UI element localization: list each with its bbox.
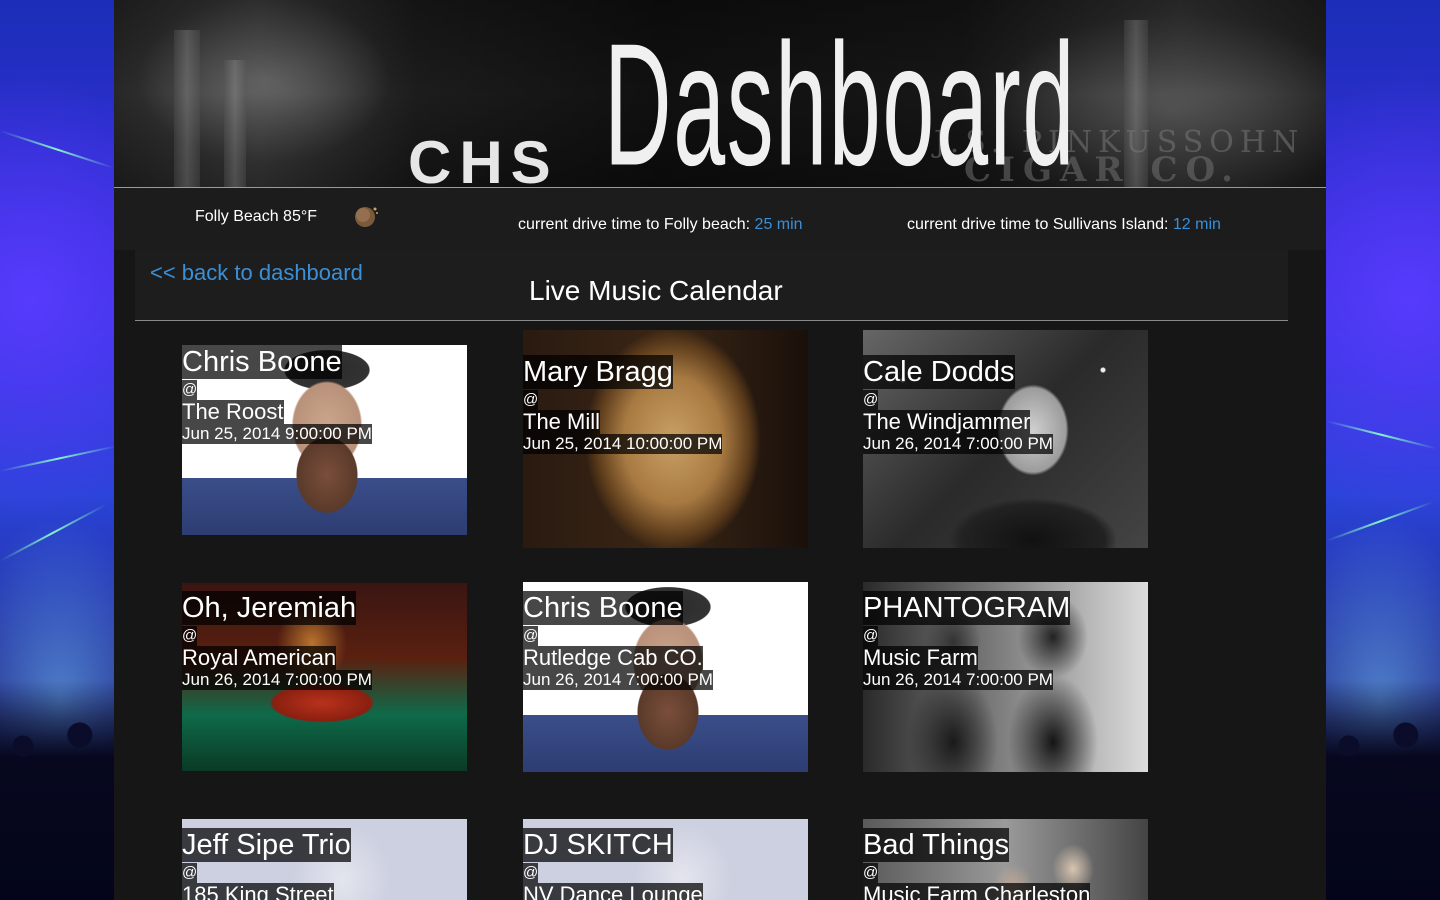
- event-card[interactable]: Mary Bragg @ The Mill Jun 25, 2014 10:00…: [523, 330, 808, 548]
- event-card[interactable]: Oh, Jeremiah @ Royal American Jun 26, 20…: [182, 583, 467, 771]
- drive-time-value: 25 min: [754, 216, 803, 233]
- event-card[interactable]: Chris Boone @ The Roost Jun 25, 2014 9:0…: [182, 345, 467, 535]
- header-banner: J.S. PINKUSSOHN CIGAR CO. CHS Dashboard: [114, 0, 1326, 188]
- event-venue: Royal American: [182, 645, 337, 670]
- event-date: Jun 25, 2014 10:00:00 PM: [523, 434, 723, 454]
- laser-beam: [1325, 501, 1434, 542]
- event-artist: Jeff Sipe Trio: [182, 828, 351, 862]
- event-date: Jun 26, 2014 7:00:00 PM: [863, 434, 1053, 454]
- drive-time-label: current drive time to Folly beach:: [518, 216, 751, 233]
- event-at: @: [182, 380, 198, 400]
- event-at: @: [863, 626, 879, 646]
- event-card[interactable]: PHANTOGRAM @ Music Farm Jun 26, 2014 7:0…: [863, 582, 1148, 772]
- drive-time-folly: current drive time to Folly beach: 25 mi…: [518, 216, 803, 234]
- event-artist: PHANTOGRAM: [863, 591, 1071, 625]
- event-artist: Oh, Jeremiah: [182, 591, 357, 625]
- event-card[interactable]: Bad Things @ Music Farm Charleston: [863, 819, 1148, 900]
- event-venue: Rutledge Cab CO.: [523, 645, 703, 670]
- crowd-silhouette: [0, 680, 114, 900]
- event-artist: Cale Dodds: [863, 355, 1015, 389]
- event-card[interactable]: DJ SKITCH @ NV Dance Lounge: [523, 819, 808, 900]
- info-bar: Folly Beach 85°F current drive time to F…: [114, 188, 1326, 250]
- logo-prefix: CHS: [408, 129, 559, 188]
- event-at: @: [182, 626, 198, 646]
- event-artist: Chris Boone: [523, 591, 683, 625]
- event-at: @: [863, 863, 879, 883]
- event-date: Jun 26, 2014 7:00:00 PM: [523, 670, 713, 690]
- partly-cloudy-night-icon: [355, 207, 378, 227]
- drive-time-label: current drive time to Sullivans Island:: [907, 216, 1169, 233]
- event-card[interactable]: Cale Dodds @ The Windjammer Jun 26, 2014…: [863, 330, 1148, 548]
- event-artist: Mary Bragg: [523, 355, 673, 389]
- event-venue: The Roost: [182, 399, 284, 424]
- event-artist: Bad Things: [863, 828, 1010, 862]
- drive-time-value: 12 min: [1172, 216, 1221, 233]
- event-venue: Music Farm Charleston: [863, 883, 1091, 900]
- building-pillar: [174, 30, 200, 187]
- event-venue: Music Farm: [863, 645, 978, 670]
- event-artist: DJ SKITCH: [523, 828, 673, 862]
- event-at: @: [182, 863, 198, 883]
- event-date: Jun 26, 2014 7:00:00 PM: [863, 670, 1053, 690]
- page-title: Live Music Calendar: [529, 275, 783, 306]
- weather-text: Folly Beach 85°F: [195, 208, 318, 225]
- event-date: Jun 25, 2014 9:00:00 PM: [182, 424, 372, 444]
- event-card[interactable]: Chris Boone @ Rutledge Cab CO. Jun 26, 2…: [523, 582, 808, 772]
- event-date: Jun 26, 2014 7:00:00 PM: [182, 670, 372, 690]
- laser-beam: [0, 130, 115, 170]
- crowd-silhouette: [1326, 680, 1440, 900]
- event-card[interactable]: Jeff Sipe Trio @ 185 King Street: [182, 819, 467, 900]
- event-artist: Chris Boone: [182, 345, 342, 379]
- laser-beam: [0, 445, 118, 472]
- page-container: J.S. PINKUSSOHN CIGAR CO. CHS Dashboard …: [114, 0, 1326, 900]
- building-pillar: [224, 60, 246, 187]
- event-venue: The Windjammer: [863, 409, 1031, 434]
- drive-time-sullivans: current drive time to Sullivans Island: …: [907, 216, 1221, 234]
- laser-beam: [0, 503, 107, 562]
- event-at: @: [523, 863, 539, 883]
- event-at: @: [523, 390, 539, 410]
- back-to-dashboard-link[interactable]: << back to dashboard: [150, 260, 363, 286]
- event-venue: NV Dance Lounge: [523, 883, 703, 900]
- logo-title: Dashboard: [604, 7, 1076, 188]
- event-at: @: [863, 390, 879, 410]
- event-at: @: [523, 626, 539, 646]
- event-venue: 185 King Street: [182, 883, 334, 900]
- event-venue: The Mill: [523, 409, 601, 434]
- laser-beam: [1325, 420, 1437, 450]
